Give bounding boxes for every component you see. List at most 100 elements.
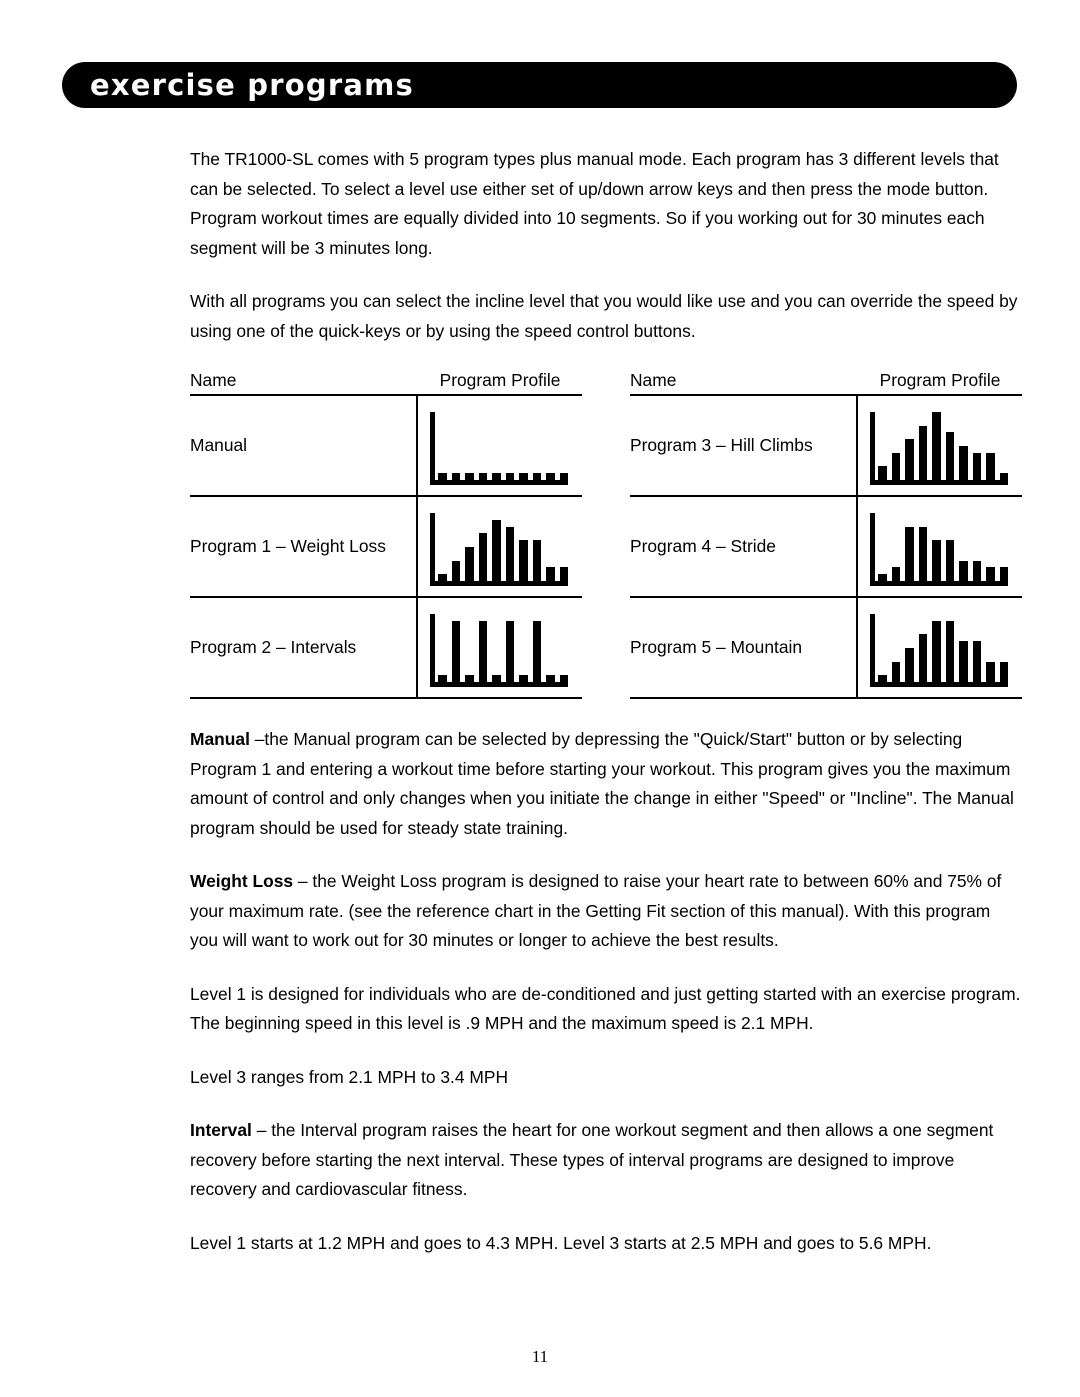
program-name-intervals: Program 2 – Intervals [190,598,418,697]
chart-bar [519,472,528,480]
table-header-row-right: Name Program Profile [630,370,1022,394]
table-row: Program 2 – Intervals [190,598,582,697]
chart-bar [918,633,927,682]
chart-bar [905,438,914,480]
chart-bar [999,661,1008,682]
chart-bar [891,452,900,480]
document-content: The TR1000-SL comes with 5 program types… [190,145,1022,1282]
chart-bar [438,674,447,682]
interval-body: – the Interval program raises the heart … [190,1120,994,1199]
table-body-right: Program 3 – Hill Climbs Program 4 – Stri… [630,394,1022,699]
chart-y-axis [870,411,875,485]
table-header-row-left: Name Program Profile [190,370,582,394]
column-header-name: Name [630,370,677,390]
chart-y-axis [430,613,435,687]
manual-label: Manual [190,729,250,749]
weight-loss-label: Weight Loss [190,871,294,891]
chart-bar [465,472,474,480]
chart-bar [945,431,954,480]
chart-bar [451,620,460,682]
chart-bar [505,526,514,581]
chart-bars [438,412,568,480]
chart-bar [546,566,555,581]
chart-bar [972,560,981,581]
program-profile-cell [418,497,582,596]
chart-x-axis [870,681,1008,687]
chart-y-axis [430,411,435,485]
program-name-manual: Manual [190,396,418,495]
chart-bars [878,614,1008,682]
chart-bar [878,573,887,581]
table-row: Manual [190,396,582,497]
table-body-left: Manual Program 1 – Weight Loss Program 2… [190,394,582,699]
program-table-right: Name Program Profile Program 3 – Hill Cl… [630,370,1022,699]
chart-bar [972,452,981,480]
page-title: exercise programs [90,68,414,102]
chart-x-axis [870,580,1008,586]
profile-chart-stride [870,508,1010,586]
chart-bar [986,566,995,581]
profile-chart-manual [430,407,570,485]
manual-body: –the Manual program can be selected by d… [190,729,1014,838]
chart-bar [932,539,941,581]
chart-bar [492,519,501,581]
chart-bar [986,452,995,480]
chart-bar [505,620,514,682]
chart-bar [492,472,501,480]
profile-chart-intervals [430,609,570,687]
profile-chart-hill-climbs [870,407,1010,485]
program-profile-cell [418,598,582,697]
weight-loss-level-1: Level 1 is designed for individuals who … [190,983,1021,1034]
chart-bar [918,425,927,480]
chart-x-axis [430,580,568,586]
chart-bar [519,674,528,682]
column-header-program-profile: Program Profile [879,370,1001,390]
weight-loss-level-3: Level 3 ranges from 2.1 MPH to 3.4 MPH [190,1066,508,1087]
chart-bar [878,674,887,682]
table-row: Program 3 – Hill Climbs [630,396,1022,497]
chart-bar [972,640,981,682]
chart-y-axis [430,512,435,586]
chart-x-axis [430,681,568,687]
chart-bar [532,472,541,480]
chart-bar [945,620,954,682]
chart-bar [559,674,568,682]
interval-levels: Level 1 starts at 1.2 MPH and goes to 4.… [190,1232,932,1253]
chart-y-axis [870,613,875,687]
chart-bar [478,620,487,682]
program-profile-cell [858,598,1022,697]
page-number: 11 [531,1347,549,1366]
profile-chart-mountain [870,609,1010,687]
column-header-name: Name [190,370,237,390]
program-profile-tables: Name Program Profile Manual Program 1 – … [190,370,1022,699]
program-profile-cell [418,396,582,495]
chart-bar [438,472,447,480]
interval-label: Interval [190,1120,252,1140]
chart-bar [999,472,1008,480]
chart-bar [438,573,447,581]
chart-y-axis [870,512,875,586]
chart-bar [546,674,555,682]
chart-bar [478,532,487,581]
program-table-left: Name Program Profile Manual Program 1 – … [190,370,582,699]
chart-bar [945,539,954,581]
chart-bar [878,465,887,480]
program-profile-cell [858,396,1022,495]
chart-bar [905,526,914,581]
interval-description: Interval – the Interval program raises t… [190,1116,1022,1205]
chart-bar [532,620,541,682]
chart-bar [451,472,460,480]
chart-bar [891,661,900,682]
weight-loss-description: Weight Loss – the Weight Loss program is… [190,867,1022,956]
chart-bar [959,445,968,480]
chart-bar [559,566,568,581]
page-header-banner: exercise programs [62,62,1017,108]
program-profile-cell [858,497,1022,596]
chart-x-axis [430,479,568,485]
chart-bar [451,560,460,581]
column-header-program-profile: Program Profile [439,370,561,390]
table-row: Program 5 – Mountain [630,598,1022,697]
chart-bar [891,566,900,581]
chart-bar [519,539,528,581]
chart-bar [905,647,914,682]
